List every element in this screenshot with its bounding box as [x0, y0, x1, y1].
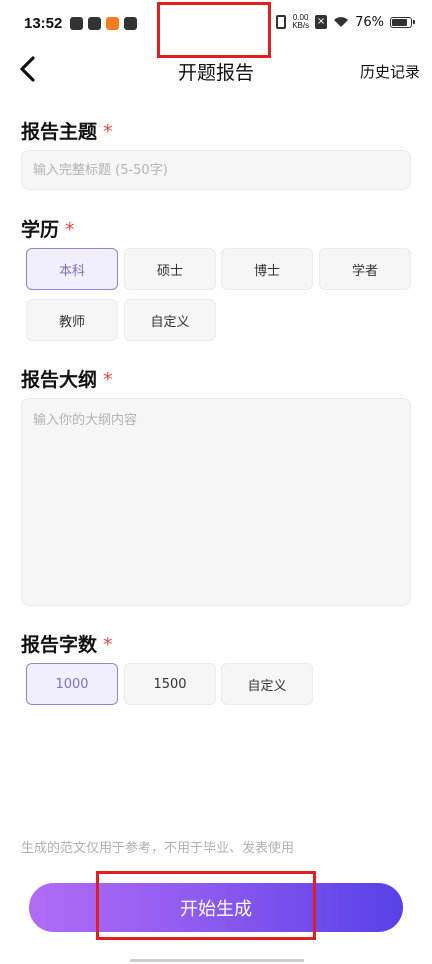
outline-textarea[interactable]: [21, 398, 411, 606]
status-right: 0.00 KB/s × 76%: [276, 14, 415, 30]
notification-icons: [70, 17, 137, 30]
button-highlight-box: [96, 871, 316, 940]
status-time: 13:52: [24, 15, 63, 32]
history-button[interactable]: 历史记录: [360, 61, 420, 82]
education-option-bachelor[interactable]: 本科: [26, 248, 118, 290]
battery-icon: [390, 16, 415, 28]
required-mark: *: [103, 121, 113, 143]
word-count-option-custom[interactable]: 自定义: [221, 663, 313, 705]
fan-notification-icon: [124, 17, 137, 30]
education-option-teacher[interactable]: 教师: [26, 299, 118, 341]
word-count-option-1500[interactable]: 1500: [124, 663, 216, 705]
app-notification-icon: [88, 17, 101, 30]
education-option-doctor[interactable]: 博士: [221, 248, 313, 290]
required-mark: *: [65, 219, 75, 241]
net-speed-unit: KB/s: [292, 21, 310, 30]
education-option-custom[interactable]: 自定义: [124, 299, 216, 341]
word-count-option-1000[interactable]: 1000: [26, 663, 118, 705]
home-indicator: [130, 959, 304, 962]
education-option-master[interactable]: 硕士: [124, 248, 216, 290]
battery-percent: 76%: [355, 14, 384, 30]
word-count-label: 报告字数 *: [21, 630, 113, 657]
required-mark: *: [103, 634, 113, 656]
topic-label: 报告主题 *: [21, 117, 113, 144]
education-label: 学历 *: [21, 215, 75, 242]
education-label-text: 学历: [21, 219, 60, 241]
word-count-label-text: 报告字数: [21, 634, 98, 656]
disclaimer-text: 生成的范文仅用于参考，不用于毕业、发表使用: [21, 841, 295, 856]
outline-label-text: 报告大纲: [21, 369, 98, 391]
wifi-icon: [334, 17, 349, 27]
outline-label: 报告大纲 *: [21, 365, 113, 392]
title-highlight-box: [157, 2, 271, 58]
app-notification-icon: [70, 17, 83, 30]
sim-x-icon: ×: [315, 15, 328, 29]
education-option-scholar[interactable]: 学者: [319, 248, 411, 290]
topic-label-text: 报告主题: [21, 121, 98, 143]
required-mark: *: [103, 369, 113, 391]
topic-input[interactable]: [21, 150, 411, 190]
network-speed: 0.00 KB/s: [292, 14, 309, 30]
vibrate-icon: [276, 15, 287, 29]
taobao-notification-icon: [106, 17, 119, 30]
